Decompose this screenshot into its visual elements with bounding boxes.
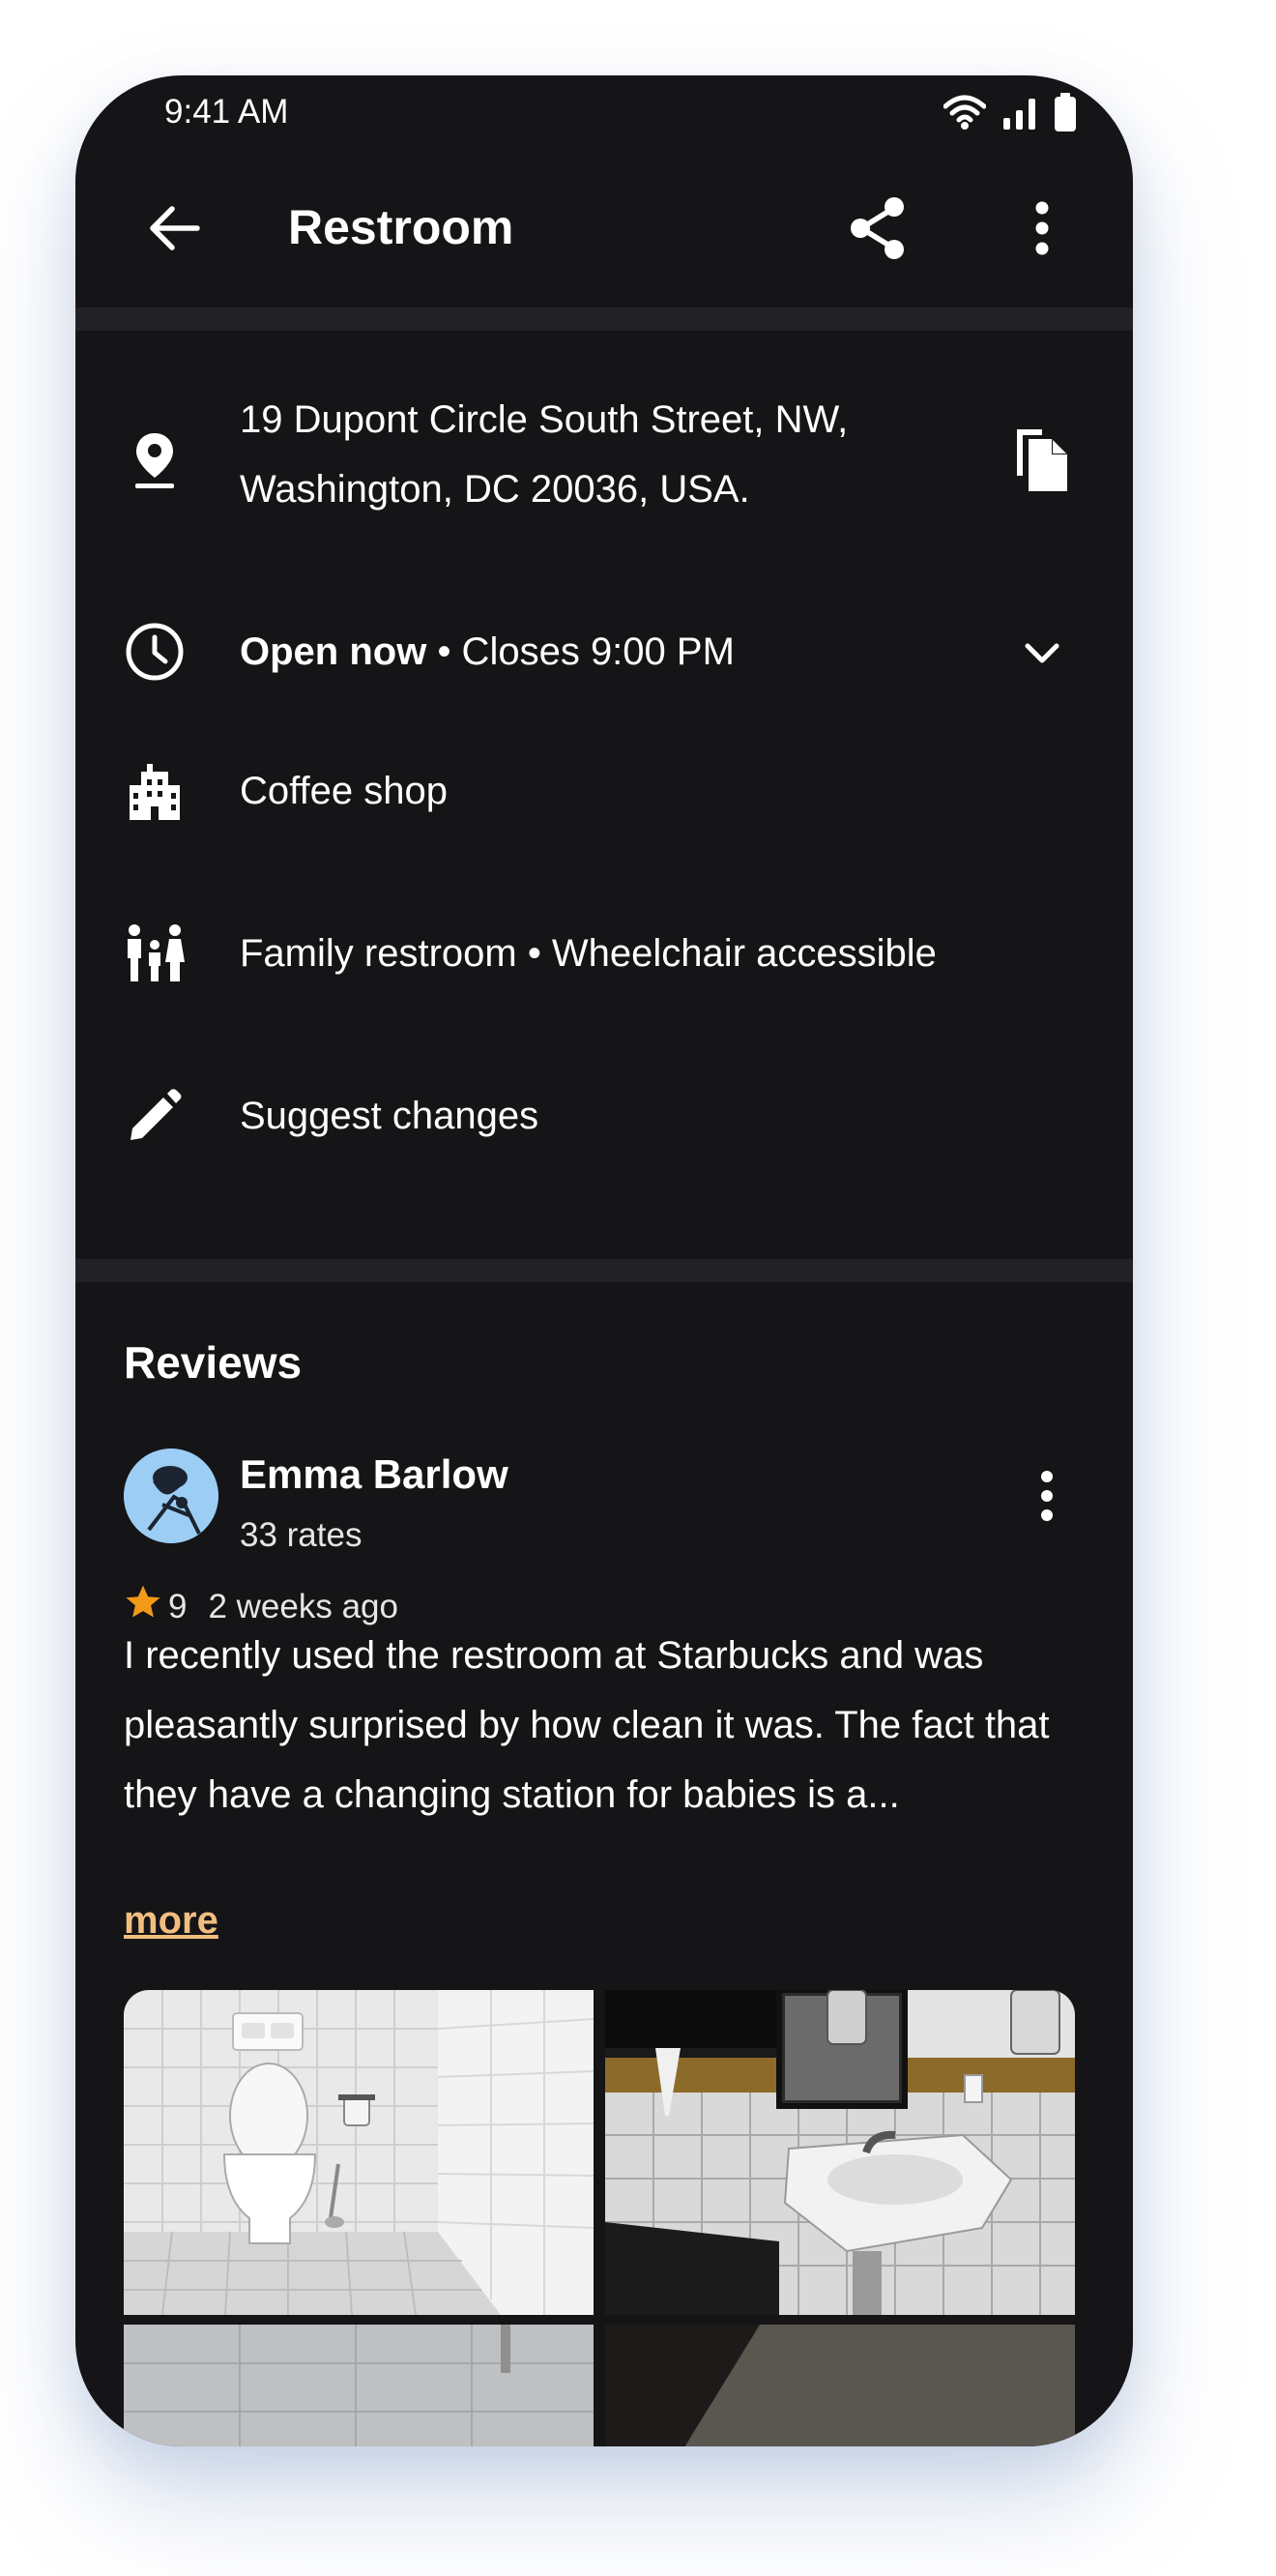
battery-icon [1054,93,1077,136]
edit-pencil-icon [124,1085,186,1147]
reviewer-name[interactable]: Emma Barlow [240,1451,508,1498]
open-status: Open now [240,630,427,673]
more-options-button[interactable] [1003,191,1081,269]
suggest-changes-label: Suggest changes [240,1095,539,1137]
signal-icon [1001,95,1038,134]
category-text: Coffee shop [240,770,448,812]
more-vertical-icon [1034,200,1050,261]
copy-icon [1013,425,1071,500]
suggest-changes-row[interactable]: Suggest changes [75,1077,1133,1155]
more-vertical-icon [1039,1470,1055,1527]
location-pin-icon [124,429,186,491]
section-divider [75,307,1133,331]
section-divider [75,1259,1133,1282]
reviews-title: Reviews [124,1337,303,1388]
hours-text: Open now • Closes 9:00 PM [240,617,735,687]
status-bar: 9:41 AM [75,75,1133,153]
features-text: Family restroom • Wheelchair accessible [240,932,937,975]
status-time: 9:41 AM [164,93,289,131]
app-bar: Restroom [75,153,1133,307]
wifi-icon [942,95,987,134]
building-icon [124,760,186,822]
clock-icon [124,621,186,683]
review-photo-toilet[interactable] [124,1990,594,2315]
status-icons [942,93,1077,136]
review-options-button[interactable] [1013,1464,1081,1532]
expand-hours-button[interactable] [1003,617,1081,694]
address-line-1: 19 Dupont Circle South Street, NW, [240,398,849,441]
address-row[interactable]: 19 Dupont Circle South Street, NW, Washi… [75,385,1133,540]
read-more-link[interactable]: more [124,1899,218,1943]
share-icon [848,196,908,265]
review-photo-3[interactable] [124,2325,594,2446]
review-photo-4[interactable] [605,2325,1075,2446]
avatar[interactable] [124,1449,218,1543]
page-title: Restroom [288,200,514,254]
reviewer-rates: 33 rates [240,1516,362,1554]
family-icon [124,922,186,984]
back-arrow-icon [147,204,201,257]
closing-time: • Closes 9:00 PM [426,630,735,673]
copy-address-button[interactable] [1003,424,1081,501]
address-line-2: Washington, DC 20036, USA. [240,468,750,511]
chevron-down-icon [1024,642,1060,670]
hours-row[interactable]: Open now • Closes 9:00 PM [75,613,1133,690]
share-button[interactable] [839,191,916,269]
review-text: I recently used the restroom at Starbuck… [124,1634,1050,1816]
phone-screen: 9:41 AM Restroom 19 Dupont Circle South … [75,75,1133,2446]
review-photo-sink[interactable] [605,1990,1075,2315]
back-button[interactable] [139,195,209,265]
features-row: Family restroom • Wheelchair accessible [75,915,1133,992]
category-row: Coffee shop [75,752,1133,830]
